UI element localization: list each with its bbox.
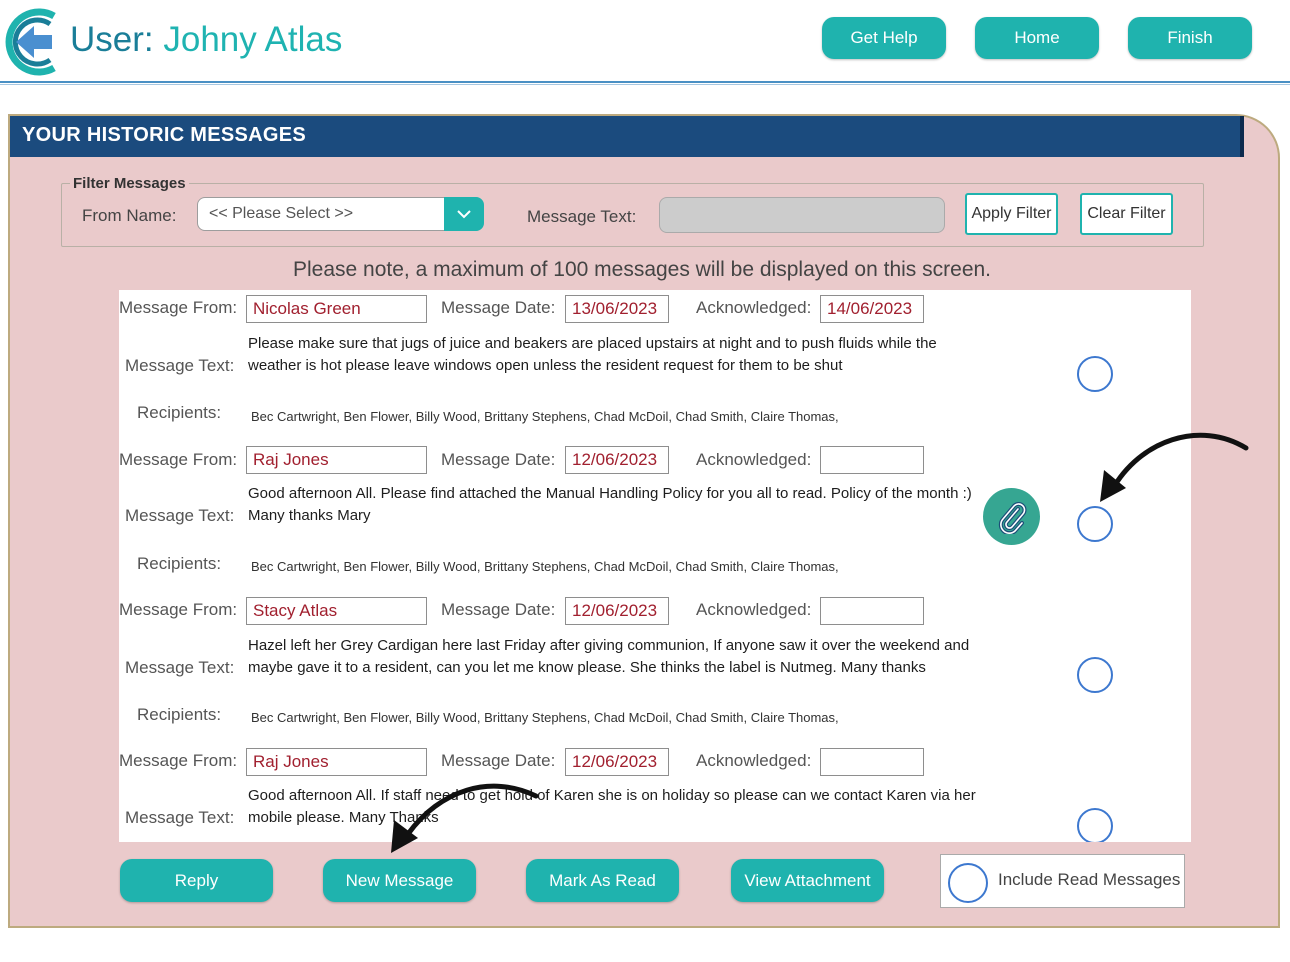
new-message-button[interactable]: New Message: [323, 859, 476, 902]
acknowledged-value: 14/06/2023: [820, 295, 924, 323]
message-date-label: Message Date:: [441, 298, 556, 317]
message-select-radio[interactable]: [1077, 506, 1113, 542]
include-read-label: Include Read Messages: [998, 870, 1181, 889]
from-name-select-value: << Please Select >>: [209, 205, 354, 222]
message-text-label: Message Text:: [125, 808, 235, 827]
recipients-value: Bec Cartwright, Ben Flower, Billy Wood, …: [251, 559, 839, 574]
message-text-value: Please make sure that jugs of juice and …: [248, 335, 937, 374]
filter-legend: Filter Messages: [70, 175, 189, 192]
include-read-radio[interactable]: [948, 863, 988, 903]
chevron-down-icon[interactable]: [444, 197, 484, 231]
user-name: Johny Atlas: [163, 20, 343, 59]
max-messages-note: Please note, a maximum of 100 messages w…: [292, 258, 992, 281]
messages-list[interactable]: Message From: Nicolas Green Message Date…: [119, 290, 1191, 842]
message-from-value: Raj Jones: [246, 748, 427, 776]
message-from-label: Message From:: [119, 600, 238, 619]
header-divider-light: [0, 84, 1290, 85]
message-from-value: Raj Jones: [246, 446, 427, 474]
acknowledged-label: Acknowledged:: [696, 298, 812, 317]
mark-as-read-button[interactable]: Mark As Read: [526, 859, 679, 902]
acknowledged-value: [820, 597, 924, 625]
message-text-value: Good afternoon All. If staff need to get…: [248, 787, 976, 826]
home-button[interactable]: Home: [975, 17, 1099, 59]
message-date-label: Message Date:: [441, 600, 556, 619]
message-text-label: Message Text:: [527, 207, 637, 226]
finish-button[interactable]: Finish: [1128, 17, 1252, 59]
message-select-radio[interactable]: [1077, 808, 1113, 842]
acknowledged-label: Acknowledged:: [696, 751, 812, 770]
clear-filter-button[interactable]: Clear Filter: [1080, 193, 1173, 235]
acknowledged-value: [820, 446, 924, 474]
message-from-label: Message From:: [119, 450, 238, 469]
apply-filter-button[interactable]: Apply Filter: [965, 193, 1058, 235]
reply-button[interactable]: Reply: [120, 859, 273, 902]
recipients-value: Bec Cartwright, Ben Flower, Billy Wood, …: [251, 710, 839, 725]
from-name-label: From Name:: [82, 206, 177, 225]
get-help-button[interactable]: Get Help: [822, 17, 946, 59]
paperclip-icon[interactable]: [983, 488, 1040, 545]
message-text-label: Message Text:: [125, 658, 235, 677]
user-title: User: Johny Atlas: [70, 20, 342, 60]
acknowledged-label: Acknowledged:: [696, 450, 812, 469]
message-date-value: 13/06/2023: [565, 295, 669, 323]
message-select-radio[interactable]: [1077, 356, 1113, 392]
message-date-label: Message Date:: [441, 450, 556, 469]
message-from-label: Message From:: [119, 751, 238, 770]
recipients-label: Recipients:: [137, 705, 222, 724]
acknowledged-value: [820, 748, 924, 776]
message-date-value: 12/06/2023: [565, 446, 669, 474]
acknowledged-label: Acknowledged:: [696, 600, 812, 619]
message-select-radio[interactable]: [1077, 657, 1113, 693]
message-text-value: Hazel left her Grey Cardigan here last F…: [248, 637, 970, 676]
view-attachment-button[interactable]: View Attachment: [731, 859, 884, 902]
panel-title: YOUR HISTORIC MESSAGES: [22, 124, 307, 146]
app-logo-icon: [5, 8, 56, 76]
message-text-label: Message Text:: [125, 506, 235, 525]
message-date-label: Message Date:: [441, 751, 556, 770]
message-text-label: Message Text:: [125, 356, 235, 375]
message-text-filter-input[interactable]: [659, 197, 945, 233]
header-divider: [0, 81, 1290, 83]
message-date-value: 12/06/2023: [565, 597, 669, 625]
recipients-label: Recipients:: [137, 403, 222, 422]
message-from-label: Message From:: [119, 298, 238, 317]
user-label: User:: [70, 20, 164, 59]
message-from-value: Nicolas Green: [246, 295, 427, 323]
recipients-value: Bec Cartwright, Ben Flower, Billy Wood, …: [251, 409, 839, 424]
message-date-value: 12/06/2023: [565, 748, 669, 776]
message-from-value: Stacy Atlas: [246, 597, 427, 625]
recipients-label: Recipients:: [137, 554, 222, 573]
message-text-value: Good afternoon All. Please find attached…: [248, 485, 972, 524]
